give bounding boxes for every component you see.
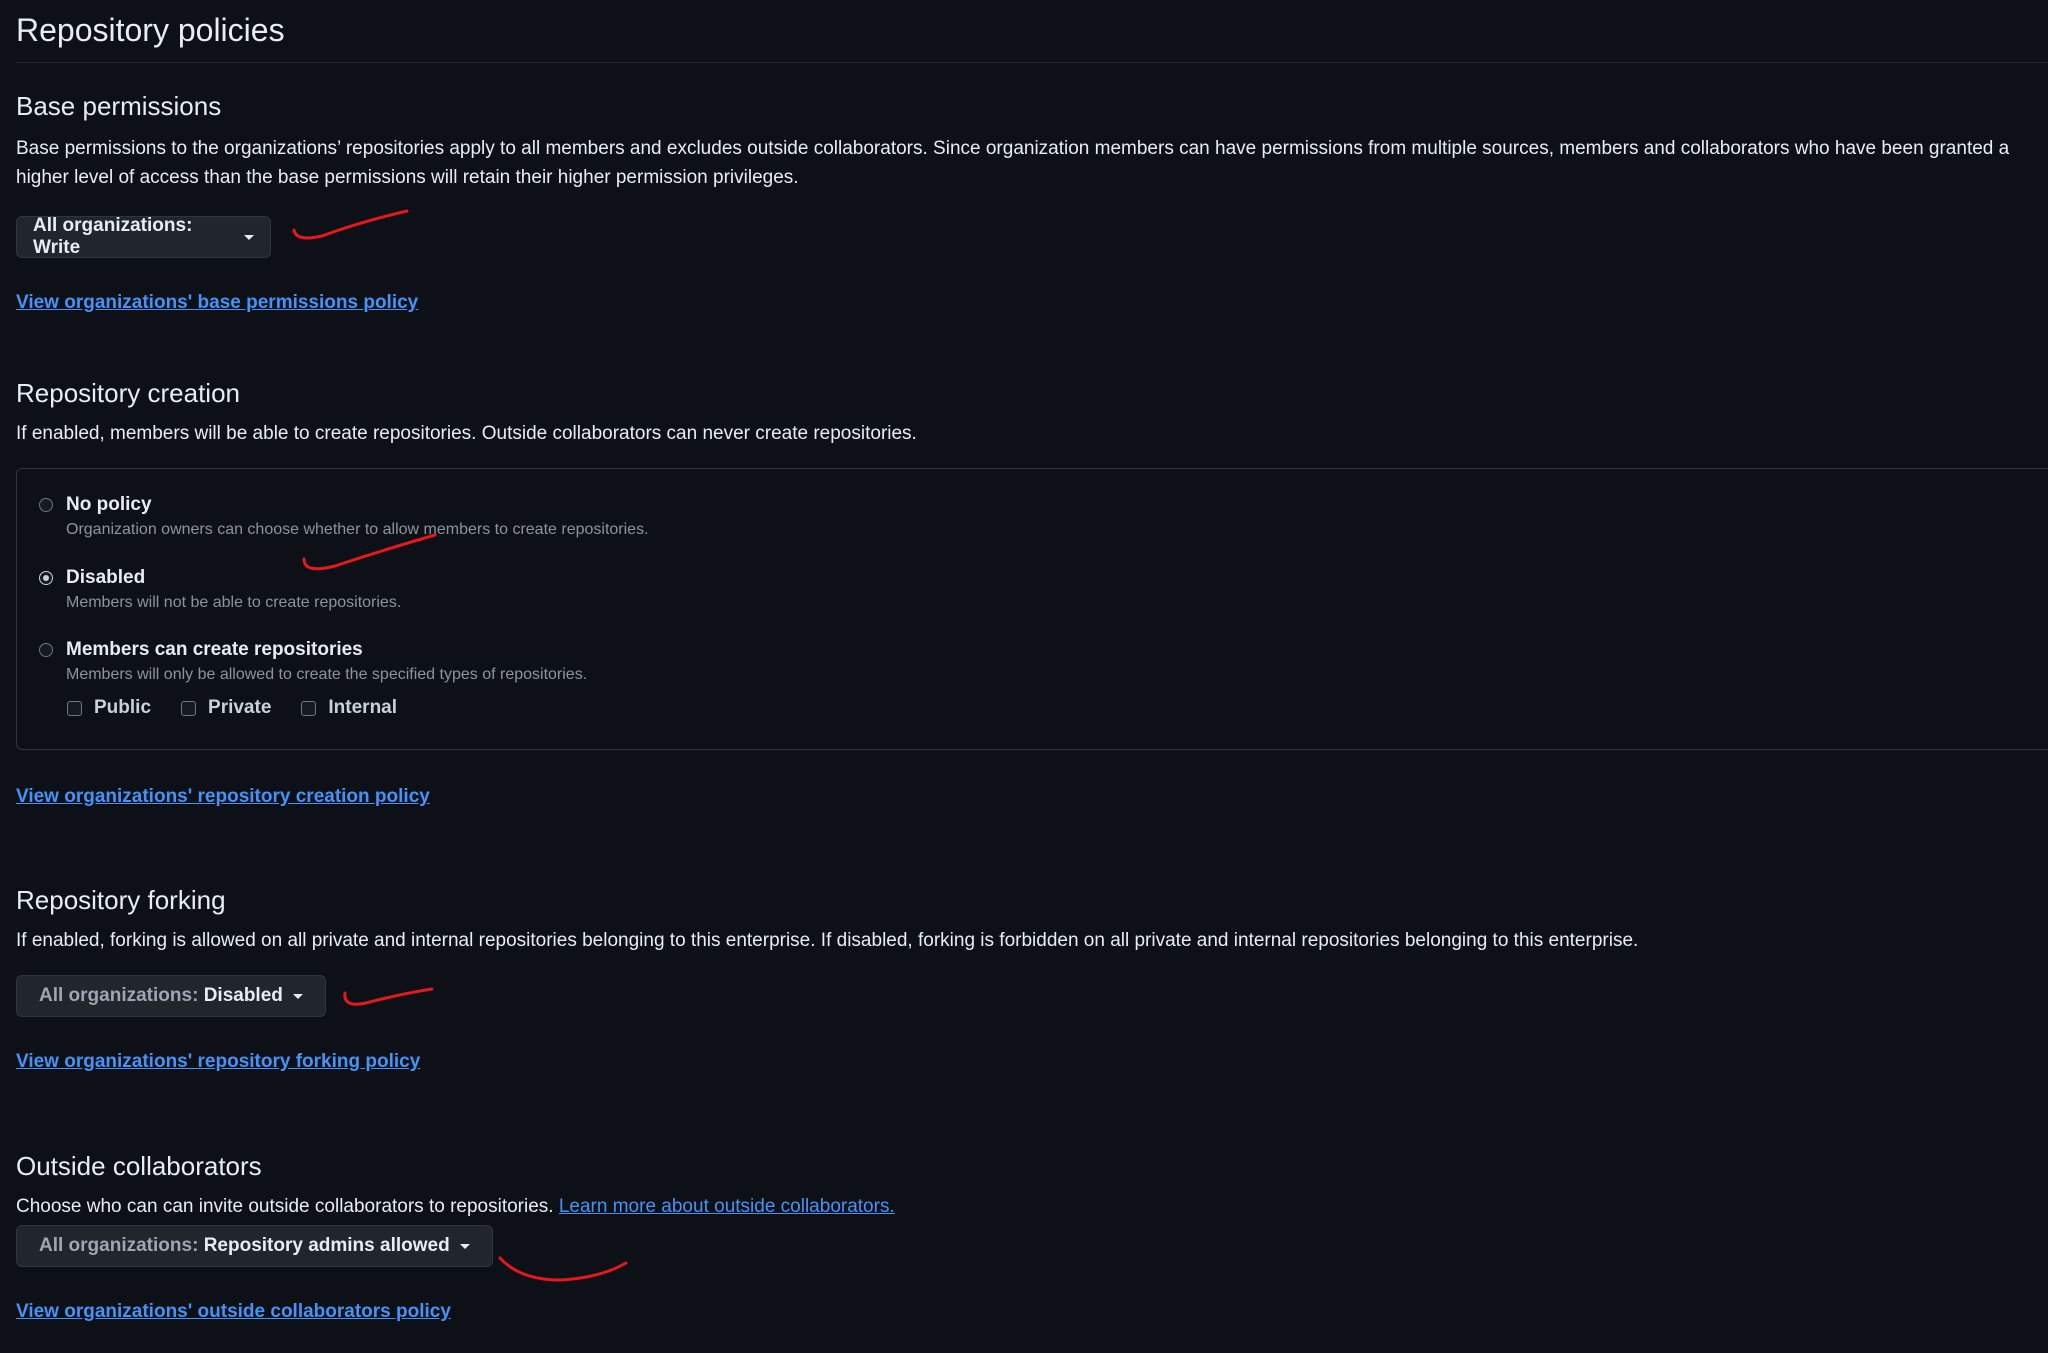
checkbox-public[interactable]: Public <box>67 697 151 719</box>
radio-help-text: Members will only be allowed to create t… <box>66 666 588 683</box>
outside-collaborators-dropdown[interactable]: All organizations: Repository admins all… <box>16 1225 493 1267</box>
checkbox-label: Private <box>208 697 272 718</box>
repository-forking-description: If enabled, forking is allowed on all pr… <box>16 930 1639 951</box>
radio-label: Members can create repositories <box>66 639 363 660</box>
base-permissions-policy-link[interactable]: View organizations' base permissions pol… <box>16 292 418 313</box>
base-permissions-heading: Base permissions <box>16 91 222 121</box>
radio-help-text: Organization owners can choose whether t… <box>66 521 649 538</box>
page-title: Repository policies <box>16 12 285 48</box>
repository-creation-policy-link[interactable]: View organizations' repository creation … <box>16 786 430 807</box>
repo-type-checkboxes: Public Private Internal <box>67 697 397 719</box>
checkbox-box[interactable] <box>181 700 197 716</box>
outside-collaborators-section: Outside collaborators Choose who can can… <box>16 1150 895 1323</box>
repository-creation-options-box: No policy Organization owners can choose… <box>16 468 2048 750</box>
checkbox-box[interactable] <box>301 700 317 716</box>
title-divider <box>16 62 2048 63</box>
dropdown-label: All organizations: Repository admins all… <box>39 1235 450 1257</box>
outside-collaborators-description: Choose who can can invite outside collab… <box>16 1196 554 1217</box>
repository-creation-description: If enabled, members will be able to crea… <box>16 423 917 444</box>
dropdown-prefix: All organizations: <box>39 985 199 1006</box>
radio-label: Disabled <box>66 567 146 588</box>
repository-forking-heading: Repository forking <box>16 885 226 915</box>
dropdown-value: Repository admins allowed <box>203 1235 450 1256</box>
outside-collaborators-heading: Outside collaborators <box>16 1151 262 1181</box>
dropdown-value: Disabled <box>203 985 283 1006</box>
caret-down-icon <box>244 234 254 240</box>
checkbox-private[interactable]: Private <box>181 697 271 719</box>
checkbox-box[interactable] <box>67 700 82 716</box>
base-permissions-section: Base permissions Base permissions to the… <box>16 90 2036 314</box>
dropdown-prefix: All organizations: <box>39 1235 199 1256</box>
caret-down-icon <box>292 993 303 999</box>
checkbox-internal[interactable]: Internal <box>301 697 397 719</box>
radio-disabled[interactable] <box>39 571 53 585</box>
caret-down-icon <box>459 1243 470 1249</box>
base-permissions-dropdown-label: All organizations: Write <box>33 215 193 258</box>
repository-forking-section: Repository forking If enabled, forking i… <box>16 884 1638 1073</box>
repository-creation-heading: Repository creation <box>16 378 240 408</box>
radio-help-text: Members will not be able to create repos… <box>66 594 402 611</box>
base-permissions-dropdown[interactable]: All organizations: Write <box>16 215 271 258</box>
radio-members-can-create[interactable] <box>39 643 53 657</box>
checkbox-label: Internal <box>328 697 398 718</box>
radio-label: No policy <box>66 494 152 515</box>
checkbox-label: Public <box>94 697 152 718</box>
base-permissions-description: Base permissions to the organizations’ r… <box>16 138 2010 188</box>
learn-more-outside-collaborators-link[interactable]: Learn more about outside collaborators. <box>559 1196 895 1217</box>
outside-collaborators-policy-link[interactable]: View organizations' outside collaborator… <box>16 1301 451 1322</box>
repository-policies-page: Repository policies Base permissions Bas… <box>16 0 2048 1322</box>
outside-collaborators-description-row: Choose who can can invite outside collab… <box>16 1192 895 1221</box>
dropdown-label: All organizations: Disabled <box>39 985 283 1007</box>
radio-no-policy[interactable] <box>39 498 53 512</box>
repository-creation-section: Repository creation If enabled, members … <box>16 377 2048 808</box>
repository-forking-dropdown[interactable]: All organizations: Disabled <box>16 975 326 1017</box>
repository-forking-policy-link[interactable]: View organizations' repository forking p… <box>16 1051 420 1072</box>
